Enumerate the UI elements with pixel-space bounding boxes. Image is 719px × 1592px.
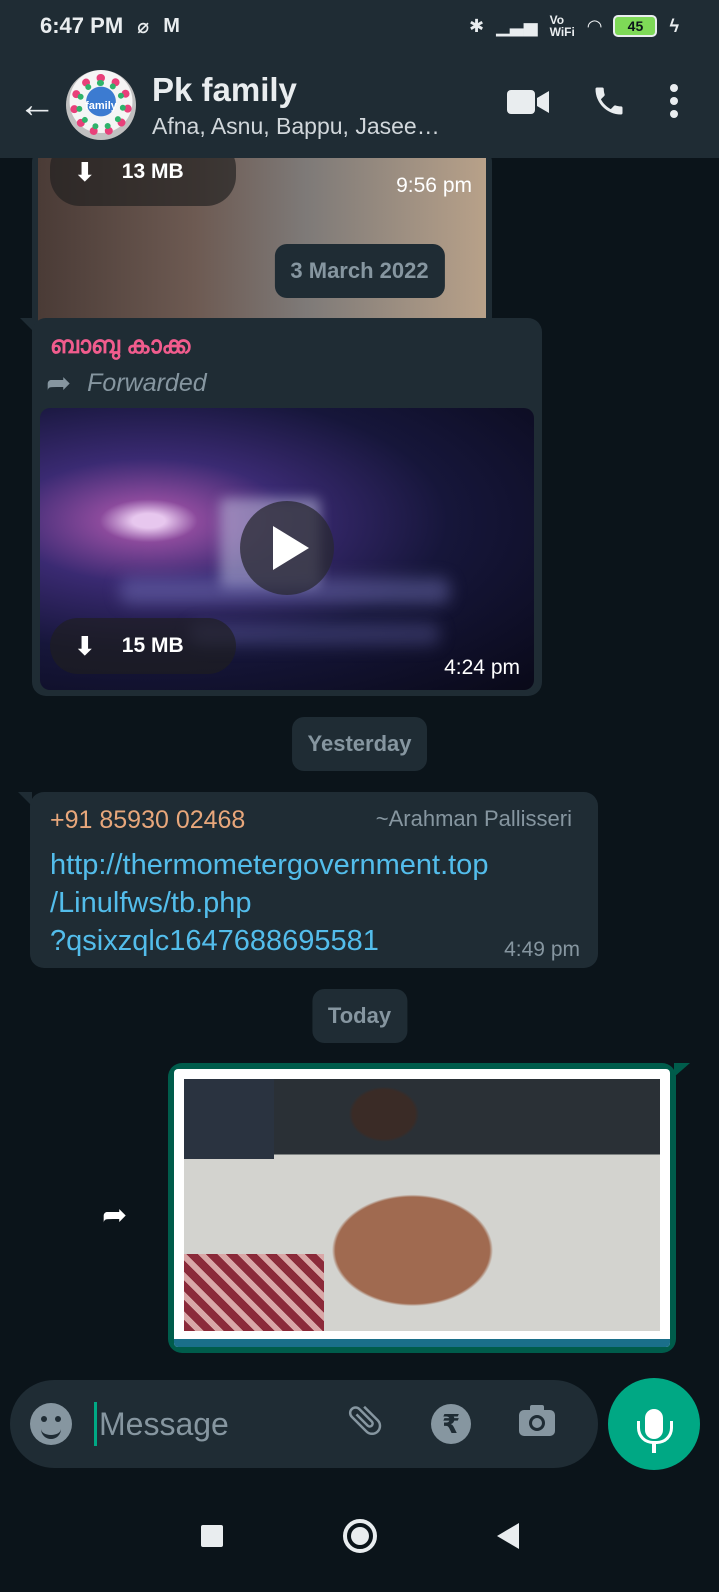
download-icon: ⬇ (74, 158, 96, 187)
camera-icon[interactable] (517, 1402, 557, 1447)
bluetooth-icon: ✱ (469, 15, 485, 36)
text-cursor (94, 1402, 97, 1446)
attach-icon[interactable] (345, 1400, 385, 1449)
nav-back-icon[interactable] (496, 1523, 519, 1549)
home-icon[interactable] (342, 1519, 377, 1553)
avatar-text: family (85, 100, 117, 112)
chat-header: ← family Pk family Afna, Asnu, Bappu, Ja… (0, 52, 719, 158)
link-line[interactable]: http://thermometergovernment.top (50, 846, 488, 884)
message-time: 4:49 pm (504, 938, 580, 961)
group-avatar[interactable]: family (66, 70, 136, 140)
download-icon: ⬇ (74, 630, 96, 661)
wifi-icon: ◠ (587, 15, 602, 36)
video-size: 15 MB (121, 634, 184, 657)
forwarded-text: Forwarded (87, 369, 207, 397)
date-separator: 3 March 2022 (274, 244, 445, 298)
gmail-icon: M (163, 14, 180, 37)
media-size: 13 MB (121, 160, 184, 183)
back-arrow-icon[interactable]: ← (12, 84, 62, 127)
message-time: 4:24 pm (444, 656, 520, 679)
battery-icon: 45 (613, 15, 658, 37)
forwarded-label: ➦ Forwarded (46, 366, 207, 401)
video-call-icon[interactable] (507, 86, 549, 125)
date-separator: Yesterday (291, 717, 428, 771)
video-thumbnail[interactable]: ⬇ 15 MB 4:24 pm (40, 408, 534, 690)
charging-icon: ϟ (669, 15, 679, 36)
message-composer: ₹ (10, 1380, 598, 1468)
message-input[interactable] (99, 1405, 339, 1443)
link-line[interactable]: ?qsixzqlc1647688695581 (50, 922, 488, 960)
link-message[interactable]: +91 85930 02468 ~Arahman Pallisseri http… (18, 792, 598, 968)
photo-thumbnail[interactable] (174, 1069, 670, 1347)
download-button[interactable]: ⬇ 13 MB (50, 158, 236, 206)
emoji-icon[interactable] (30, 1403, 72, 1445)
play-icon[interactable] (240, 501, 334, 595)
link-line[interactable]: /Linulfws/tb.php (50, 884, 488, 922)
forward-arrow-icon: ➦ (46, 367, 72, 400)
message-link[interactable]: http://thermometergovernment.top /Linulf… (50, 846, 488, 960)
rupee-payment-icon[interactable]: ₹ (431, 1404, 471, 1444)
chat-name: Pk family (152, 70, 297, 108)
more-options-icon[interactable] (669, 83, 679, 127)
chat-title-area[interactable]: Pk family Afna, Asnu, Bappu, Jasee… (152, 71, 507, 140)
video-message[interactable]: ബാബു കാക്ക ➦ Forwarded ⬇ 15 MB 4:24 pm (20, 318, 542, 696)
vpn-icon: ⌀ (137, 15, 150, 38)
status-time: 6:47 PM (40, 13, 124, 38)
recents-icon[interactable] (200, 1525, 223, 1547)
chat-members: Afna, Asnu, Bappu, Jasee… (152, 112, 440, 139)
share-icon[interactable]: ➦ (102, 1198, 127, 1233)
sender-alias: ~Arahman Pallisseri (375, 806, 572, 831)
status-bar: 6:47 PM ⌀ M ✱ ▁▃▅ Vo WiFi ◠ 45 ϟ (0, 0, 719, 52)
mic-icon (637, 1409, 673, 1453)
signal-icon: ▁▃▅ (496, 15, 538, 36)
download-button[interactable]: ⬇ 15 MB (50, 618, 236, 674)
vowifi-icon: Vo WiFi (549, 13, 575, 39)
voice-call-icon[interactable] (591, 83, 627, 128)
chat-messages[interactable]: ⬇ 13 MB 9:56 pm 3 March 2022 ബാബു കാക്ക … (0, 158, 719, 1373)
message-time: 9:56 pm (396, 174, 472, 197)
mic-button[interactable] (608, 1378, 700, 1470)
date-separator: Today (311, 989, 408, 1043)
system-nav-bar (0, 1480, 719, 1592)
outgoing-photo-message[interactable] (168, 1063, 690, 1353)
sender-name[interactable]: ബാബു കാക്ക (50, 332, 190, 360)
sender-number[interactable]: +91 85930 02468 (50, 806, 245, 835)
